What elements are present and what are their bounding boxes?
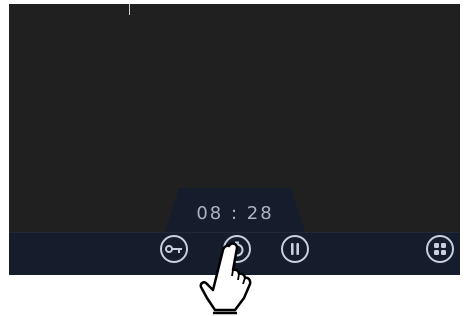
timer-readout: 08 : 28 xyxy=(196,203,274,224)
pause-icon xyxy=(291,243,299,255)
hand-pointer-icon xyxy=(199,242,252,315)
pause-button[interactable] xyxy=(281,235,309,263)
top-divider-tick xyxy=(129,4,130,15)
grid-menu-icon xyxy=(434,243,446,255)
key-icon xyxy=(165,245,182,253)
key-button[interactable] xyxy=(160,235,188,263)
menu-button[interactable] xyxy=(426,235,454,263)
